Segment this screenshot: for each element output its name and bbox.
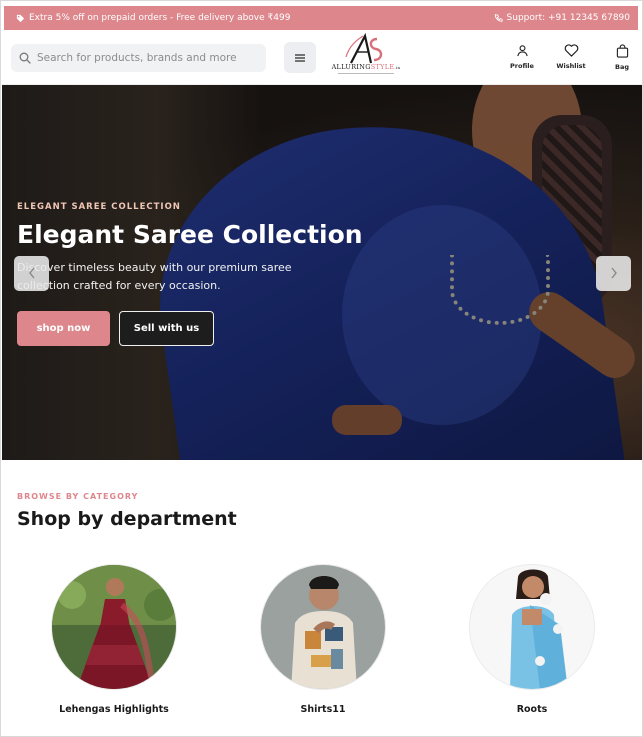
logo-tagline-line (338, 73, 394, 74)
promo-support-text: Support: +91 12345 67890 (506, 13, 630, 23)
promo-offer-text: Extra 5% off on prepaid orders - Free de… (29, 13, 291, 23)
carousel-prev-button[interactable] (14, 256, 49, 291)
site-header: ALLURINGSTYLE.in Profile Wishlist Bag (2, 30, 642, 85)
wishlist-label: Wishlist (556, 62, 586, 70)
search-bar[interactable] (11, 44, 266, 72)
category-card-roots[interactable]: Roots (467, 564, 597, 715)
hero-banner: ELEGANT SAREE COLLECTION Elegant Saree C… (2, 85, 642, 460)
header-actions: Profile Wishlist Bag (499, 44, 637, 71)
promo-bar: Extra 5% off on prepaid orders - Free de… (4, 6, 638, 30)
category-section-title: Shop by department (17, 508, 237, 530)
chevron-left-icon (28, 264, 36, 283)
hero-eyebrow: ELEGANT SAREE COLLECTION (17, 202, 181, 212)
menu-button[interactable] (284, 42, 316, 73)
page: Extra 5% off on prepaid orders - Free de… (0, 0, 643, 737)
category-label: Shirts11 (300, 704, 346, 715)
logo-text-style: STYLE (370, 63, 395, 71)
site-logo[interactable]: ALLURINGSTYLE.in (328, 33, 404, 83)
phone-icon (494, 13, 503, 23)
category-card-lehengas[interactable]: Lehengas Highlights (49, 564, 179, 715)
logo-text-alluring: ALLURING (331, 63, 371, 71)
bag-link[interactable]: Bag (607, 44, 637, 71)
search-icon (19, 49, 31, 68)
category-image-lehengas (51, 564, 177, 690)
logo-wordmark: ALLURINGSTYLE.in (332, 63, 401, 71)
promo-offer: Extra 5% off on prepaid orders - Free de… (16, 13, 290, 23)
menu-icon (294, 48, 306, 67)
hero-subtitle: Discover timeless beauty with our premiu… (17, 261, 292, 292)
logo-mark-icon (345, 33, 383, 64)
wishlist-link[interactable]: Wishlist (549, 44, 593, 71)
category-image-roots (469, 564, 595, 690)
category-image-shirts (260, 564, 386, 690)
bag-label: Bag (615, 63, 629, 71)
category-card-shirts[interactable]: Shirts11 (258, 564, 388, 715)
category-label: Lehengas Highlights (59, 704, 169, 715)
chevron-right-icon (610, 264, 618, 283)
user-icon (516, 44, 529, 62)
carousel-next-button[interactable] (596, 256, 631, 291)
heart-icon (564, 44, 579, 62)
shop-now-button[interactable]: shop now (17, 311, 110, 346)
tag-icon (16, 14, 25, 23)
bag-icon (616, 44, 629, 63)
search-input[interactable] (37, 52, 252, 64)
promo-support[interactable]: Support: +91 12345 67890 (494, 13, 630, 23)
profile-link[interactable]: Profile (499, 44, 545, 71)
profile-label: Profile (510, 62, 534, 70)
hero-title: Elegant Saree Collection (17, 220, 363, 249)
logo-text-suffix: .in (394, 65, 401, 70)
sell-with-us-button[interactable]: Sell with us (119, 311, 214, 346)
category-eyebrow: BROWSE BY CATEGORY (17, 492, 139, 501)
category-label: Roots (516, 704, 548, 715)
